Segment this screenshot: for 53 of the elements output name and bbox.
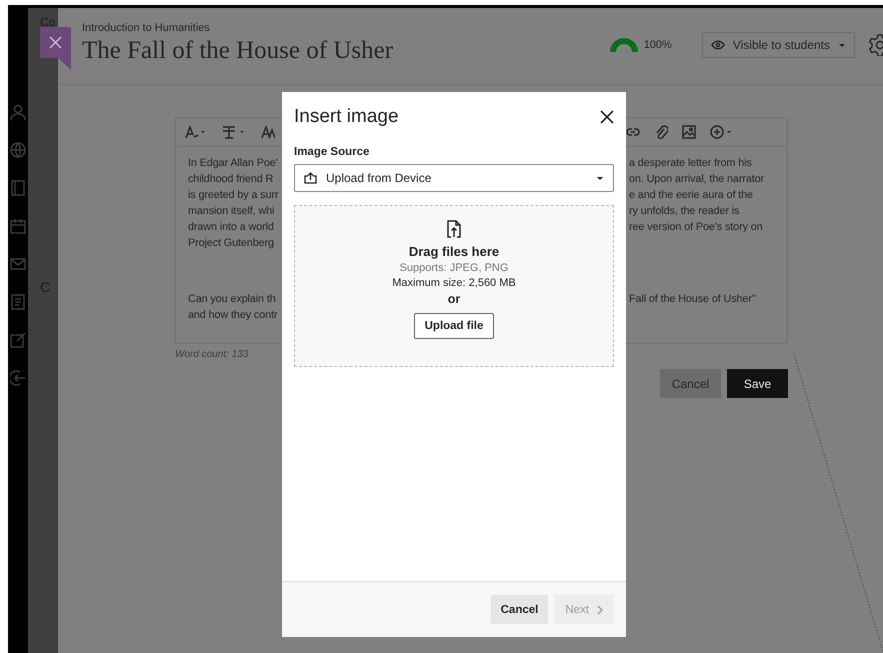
upload-icon — [304, 172, 317, 184]
drop-zone[interactable]: Drag files here Supports: JPEG, PNG Maximum size: 2,560 MB or Upload file — [294, 205, 614, 367]
visibility-dropdown[interactable]: Visible to students — [702, 32, 855, 58]
editor-text: on. Upon arrival, the narrator — [629, 173, 764, 185]
insert-content-button[interactable] — [710, 125, 732, 139]
progress-gauge — [610, 37, 638, 53]
chevron-right-icon — [597, 604, 603, 614]
field-label: Image Source — [294, 146, 370, 158]
editor-text: drawn into a world — [188, 221, 274, 233]
edit-icon — [10, 332, 26, 348]
upload-file-button[interactable]: Upload file — [414, 313, 494, 339]
file-upload-icon — [447, 220, 461, 238]
editor-text: ree version of Poe's story on — [629, 221, 763, 233]
book-icon — [10, 180, 26, 196]
editor-text: mansion itself, whi — [188, 205, 274, 217]
font-size-button[interactable] — [261, 125, 275, 139]
paragraph-format-button[interactable] — [221, 125, 245, 139]
close-icon[interactable] — [600, 110, 614, 124]
attachment-button[interactable] — [654, 125, 668, 139]
editor-text: Can you explain th — [188, 293, 276, 305]
caret-icon — [838, 42, 846, 48]
page-title: The Fall of the House of Usher — [82, 37, 394, 65]
editor-text: Project Gutenberg — [188, 237, 274, 249]
mail-icon — [10, 256, 26, 272]
course-name: Introduction to Humanities — [82, 22, 211, 34]
drop-heading: Drag files here — [408, 244, 500, 259]
or-text: or — [448, 292, 460, 306]
calendar-icon — [10, 218, 26, 234]
editor-text: In Edgar Allan Poe' — [188, 157, 278, 169]
editor-text: is greeted by a surr — [188, 189, 278, 201]
supported-formats: Supports: JPEG, PNG — [400, 262, 508, 274]
editor-text: Fall of the House of Usher" — [629, 293, 756, 305]
editor-text: ry unfolds, the reader is — [629, 205, 740, 217]
editor-text: e and the eerie aura of the — [629, 189, 753, 201]
editor-text: and how they contr — [188, 309, 278, 321]
maximum-size: Maximum size: 2,560 MB — [392, 277, 516, 289]
dialog-title: Insert image — [294, 106, 399, 128]
progress-reading: 100% — [644, 39, 672, 51]
sign-out-icon — [10, 370, 26, 386]
editor-text: a desperate letter from his — [629, 157, 752, 169]
user-icon — [10, 104, 26, 120]
word-count: Word count: 133 — [175, 349, 250, 360]
document-icon — [10, 294, 26, 310]
editor-text: childhood friend R — [188, 173, 274, 185]
cancel-button[interactable]: Cancel — [490, 595, 548, 624]
insert-image-button[interactable] — [682, 125, 696, 139]
text-style-button[interactable] — [185, 125, 205, 139]
image-source-dropdown[interactable]: Upload from Device — [294, 164, 614, 192]
close-button[interactable] — [40, 27, 71, 70]
eye-icon — [710, 40, 725, 50]
save-button[interactable]: Save — [727, 369, 788, 398]
caret-icon — [596, 176, 604, 180]
globe-icon — [10, 142, 26, 158]
